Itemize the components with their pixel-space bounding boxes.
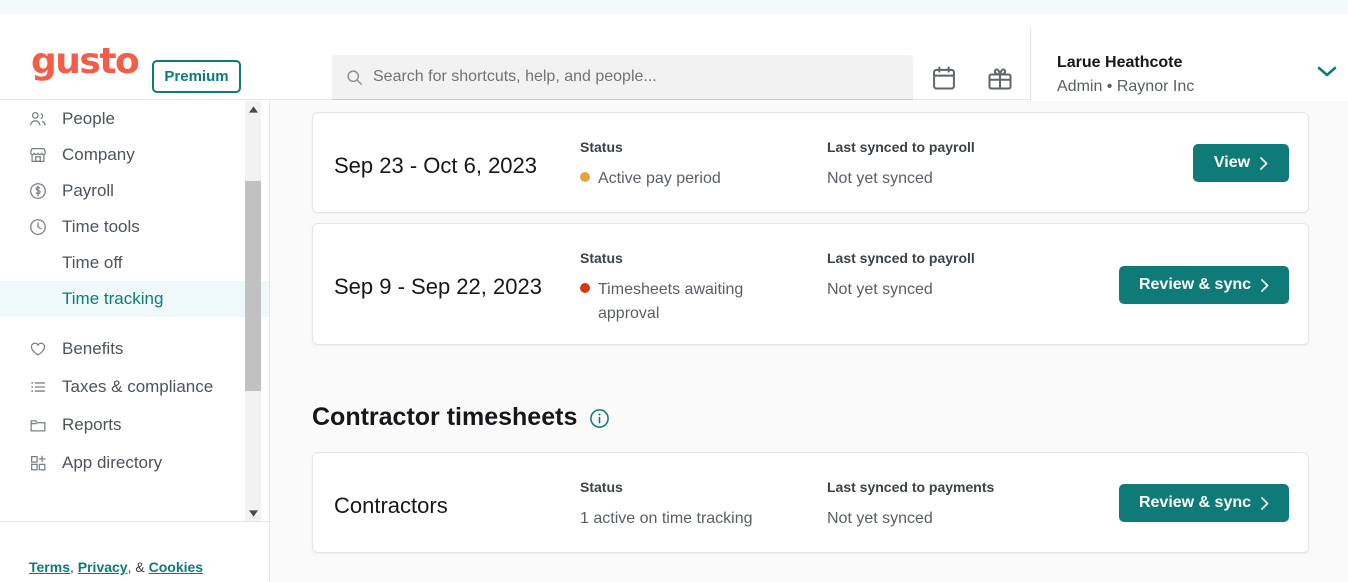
status-value: Active pay period bbox=[580, 167, 810, 191]
sidebar-item-reports[interactable]: Reports bbox=[0, 407, 269, 443]
sidebar-item-label: People bbox=[62, 109, 115, 128]
sidebar-item-label: Taxes & compliance bbox=[62, 377, 214, 396]
pay-period-card: Sep 9 - Sep 22, 2023 Status Timesheets a… bbox=[312, 223, 1309, 345]
user-role: Admin • Raynor Inc bbox=[1057, 78, 1195, 95]
legal-sep-1: , bbox=[69, 559, 78, 575]
last-synced-label: Last synced to payroll bbox=[827, 139, 975, 155]
sidebar-item-label: App directory bbox=[62, 453, 163, 472]
sidebar: People Company Payroll Time tools Time o… bbox=[0, 101, 270, 582]
payroll-icon bbox=[28, 181, 48, 201]
scroll-up-arrow-icon[interactable] bbox=[245, 101, 261, 117]
list-icon bbox=[28, 377, 48, 397]
folder-icon bbox=[28, 415, 48, 435]
people-icon bbox=[28, 109, 48, 129]
last-synced-label: Last synced to payments bbox=[827, 479, 995, 495]
heart-icon bbox=[28, 339, 48, 359]
status-text: Active pay period bbox=[598, 170, 721, 187]
legal-links: Terms, Privacy, & Cookies bbox=[29, 559, 203, 575]
chevron-right-icon bbox=[1261, 278, 1269, 292]
sidebar-item-benefits[interactable]: Benefits bbox=[0, 331, 269, 367]
sidebar-item-label: Time tracking bbox=[62, 289, 164, 308]
status-dot bbox=[580, 283, 590, 293]
search-bar[interactable] bbox=[332, 55, 913, 100]
sidebar-item-time-tools[interactable]: Time tools bbox=[0, 209, 269, 245]
status-text: Timesheets awaiting approval bbox=[598, 281, 744, 322]
contractors-title: Contractors bbox=[334, 493, 448, 518]
pay-period-card: Sep 23 - Oct 6, 2023 Status Active pay p… bbox=[312, 112, 1309, 213]
chevron-right-icon bbox=[1261, 496, 1269, 510]
cookies-link[interactable]: Cookies bbox=[149, 559, 203, 575]
sidebar-item-company[interactable]: Company bbox=[0, 137, 269, 173]
last-synced-label: Last synced to payroll bbox=[827, 250, 975, 266]
scroll-down-arrow-icon[interactable] bbox=[245, 505, 261, 521]
calendar-icon[interactable] bbox=[930, 64, 958, 92]
search-icon bbox=[346, 69, 363, 86]
sidebar-item-label: Company bbox=[62, 145, 135, 164]
gusto-logo[interactable]: gusto bbox=[31, 42, 140, 82]
status-label: Status bbox=[580, 479, 623, 495]
sidebar-scrollbar-thumb[interactable] bbox=[245, 181, 261, 391]
main-content: Sep 23 - Oct 6, 2023 Status Active pay p… bbox=[271, 101, 1348, 582]
contractors-review-sync-label: Review & sync bbox=[1138, 494, 1252, 511]
review-sync-button[interactable]: Review & sync bbox=[1119, 266, 1289, 304]
info-icon[interactable] bbox=[589, 407, 610, 428]
sidebar-nav: People Company Payroll Time tools Time o… bbox=[0, 101, 269, 521]
pay-period-range: Sep 23 - Oct 6, 2023 bbox=[334, 153, 538, 178]
review-sync-button-label: Review & sync bbox=[1138, 276, 1252, 293]
sidebar-item-label: Time tools bbox=[62, 217, 140, 236]
last-synced-value: Not yet synced bbox=[827, 281, 933, 298]
search-input[interactable] bbox=[373, 68, 893, 86]
last-synced-value: Not yet synced bbox=[827, 510, 933, 527]
legal-sep-2: , & bbox=[127, 559, 149, 575]
gift-icon[interactable] bbox=[986, 64, 1014, 92]
sidebar-item-app-directory[interactable]: App directory bbox=[0, 445, 269, 481]
chevron-right-icon bbox=[1260, 156, 1268, 170]
view-button-label: View bbox=[1213, 154, 1251, 171]
pay-period-range: Sep 9 - Sep 22, 2023 bbox=[334, 274, 542, 299]
chevron-down-icon[interactable] bbox=[1316, 64, 1338, 78]
sidebar-item-people[interactable]: People bbox=[0, 101, 269, 137]
top-accent-strip bbox=[0, 0, 1348, 14]
privacy-link[interactable]: Privacy bbox=[78, 559, 128, 575]
sidebar-item-taxes-compliance[interactable]: Taxes & compliance bbox=[0, 369, 269, 405]
last-synced-value: Not yet synced bbox=[827, 170, 933, 187]
app-grid-plus-icon bbox=[28, 453, 48, 473]
terms-link[interactable]: Terms bbox=[29, 559, 70, 575]
status-label: Status bbox=[580, 139, 623, 155]
contractors-card: Contractors Status 1 active on time trac… bbox=[312, 452, 1309, 553]
sidebar-item-payroll[interactable]: Payroll bbox=[0, 173, 269, 209]
sidebar-footer: Terms, Privacy, & Cookies bbox=[0, 521, 269, 582]
premium-badge[interactable]: Premium bbox=[152, 60, 241, 93]
sidebar-item-label: Time off bbox=[62, 253, 123, 272]
company-icon bbox=[28, 145, 48, 165]
sidebar-item-label: Payroll bbox=[62, 181, 114, 200]
sidebar-item-label: Reports bbox=[62, 415, 122, 434]
section-title-text: Contractor timesheets bbox=[312, 403, 578, 431]
status-value: 1 active on time tracking bbox=[580, 510, 753, 527]
clock-icon bbox=[28, 217, 48, 237]
sidebar-item-time-tracking[interactable]: Time tracking bbox=[0, 281, 269, 317]
app-header: gusto Premium Larue Heathcote Admin • Ra… bbox=[0, 14, 1348, 115]
view-button[interactable]: View bbox=[1193, 144, 1289, 182]
contractor-timesheets-heading: Contractor timesheets bbox=[312, 403, 610, 432]
user-name: Larue Heathcote bbox=[1057, 54, 1183, 71]
contractors-review-sync-button[interactable]: Review & sync bbox=[1119, 484, 1289, 522]
status-label: Status bbox=[580, 250, 623, 266]
status-value: Timesheets awaiting approval bbox=[580, 278, 780, 326]
sidebar-item-label: Benefits bbox=[62, 339, 124, 358]
sidebar-item-time-off[interactable]: Time off bbox=[0, 245, 269, 281]
status-dot bbox=[580, 172, 590, 182]
